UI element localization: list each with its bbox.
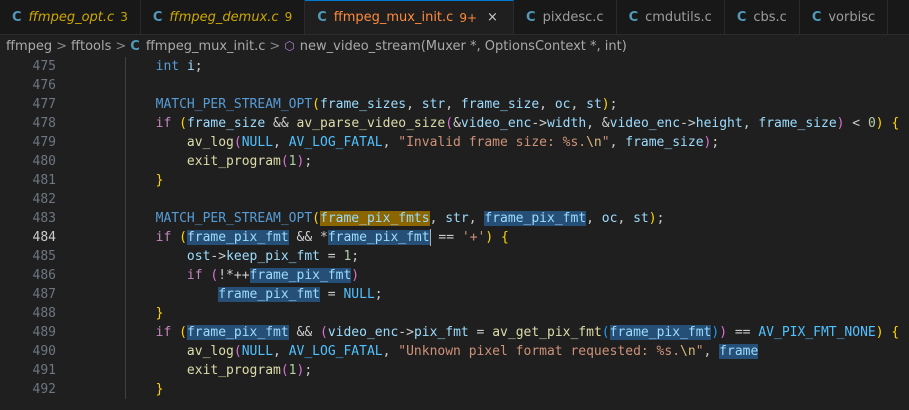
- code-line[interactable]: 485 ost->keep_pix_fmt = 1;: [0, 247, 909, 266]
- code-text[interactable]: [56, 190, 101, 209]
- tab-label: cmdutils.c: [645, 9, 712, 25]
- editor-tab-bar: Cffmpeg_opt.c 3 Cffmpeg_demux.c 9 Cffmpeg_mu…: [0, 0, 909, 35]
- c-file-icon: C: [317, 10, 327, 25]
- code-text[interactable]: int i;: [56, 57, 203, 76]
- code-text[interactable]: av_log(NULL, AV_LOG_FATAL, "Invalid fram…: [56, 133, 719, 152]
- code-text[interactable]: [56, 76, 101, 95]
- code-line[interactable]: 477 MATCH_PER_STREAM_OPT(frame_sizes, st…: [0, 95, 909, 114]
- code-text[interactable]: exit_program(1);: [56, 152, 312, 171]
- c-file-icon: C: [12, 9, 22, 25]
- code-text[interactable]: }: [56, 304, 164, 323]
- line-number: 486: [32, 268, 56, 283]
- line-number: 482: [32, 192, 56, 207]
- code-line-current[interactable]: 484 if (frame_pix_fmt && *frame_pix_fmt …: [0, 228, 909, 247]
- breadcrumb: ffmpeg > fftools > C ffmpeg_mux_init.c >…: [0, 35, 909, 57]
- line-number: 484: [32, 230, 56, 245]
- c-file-icon: C: [130, 38, 140, 54]
- line-number: 489: [32, 325, 56, 340]
- tab-label: ffmpeg_demux.c: [169, 9, 279, 25]
- code-line[interactable]: 488 }: [0, 304, 909, 323]
- tab-label: ffmpeg_mux_init.c: [333, 10, 454, 25]
- chevron-right-icon: >: [56, 38, 68, 54]
- tab-label: pixdesc.c: [542, 9, 604, 25]
- c-file-icon: C: [526, 9, 536, 25]
- breadcrumb-item-function[interactable]: new_video_stream(Muxer *, OptionsContext…: [300, 39, 627, 54]
- line-number: 488: [32, 306, 56, 321]
- code-text[interactable]: }: [56, 171, 164, 190]
- code-line[interactable]: 475 int i;: [0, 57, 909, 76]
- indent-guide: [125, 57, 126, 399]
- code-line[interactable]: 478 if (frame_size && av_parse_video_siz…: [0, 114, 909, 133]
- chevron-right-icon: >: [269, 38, 281, 54]
- tab-label: cbs.c: [753, 9, 787, 25]
- problem-count-badge: 9: [284, 10, 293, 24]
- line-number: 483: [32, 211, 56, 226]
- close-icon[interactable]: ×: [487, 10, 501, 25]
- code-editor[interactable]: 475 int i; 476 477 MATCH_PER_STREAM_OPT(…: [0, 57, 909, 399]
- c-file-icon: C: [811, 9, 822, 25]
- tab-ffmpeg_mux_init-c[interactable]: Cffmpeg_mux_init.c 9+ ×: [305, 0, 515, 34]
- tab-pixdesc-c[interactable]: Cpixdesc.c: [514, 0, 617, 34]
- code-text[interactable]: if (frame_size && av_parse_video_size(&v…: [56, 114, 900, 133]
- line-number: 480: [32, 154, 56, 169]
- code-line[interactable]: 487 frame_pix_fmt = NULL;: [0, 285, 909, 304]
- line-number: 476: [32, 78, 56, 93]
- code-text[interactable]: frame_pix_fmt = NULL;: [56, 285, 383, 304]
- tab-label: ffmpeg_opt.c: [28, 9, 115, 25]
- line-number: 490: [32, 344, 56, 359]
- code-line[interactable]: 476: [0, 76, 909, 95]
- tab-cbs-c[interactable]: Ccbs.c: [725, 0, 800, 34]
- tab-ffmpeg_demux-c[interactable]: Cffmpeg_demux.c 9: [141, 0, 306, 34]
- line-number: 475: [32, 59, 56, 74]
- code-text[interactable]: av_log(NULL, AV_LOG_FATAL, "Unknown pixe…: [56, 342, 759, 361]
- tab-ffmpeg_opt-c[interactable]: Cffmpeg_opt.c 3: [0, 0, 141, 34]
- code-line[interactable]: 482: [0, 190, 909, 209]
- code-line[interactable]: 492 }: [0, 380, 909, 399]
- code-text[interactable]: exit_program(1);: [56, 361, 312, 380]
- code-line[interactable]: 490 av_log(NULL, AV_LOG_FATAL, "Unknown …: [0, 342, 909, 361]
- line-number: 478: [32, 116, 56, 131]
- line-number: 477: [32, 97, 56, 112]
- method-cube-icon: ⬡: [284, 39, 295, 53]
- c-file-icon: C: [628, 9, 639, 25]
- problem-count-badge: 3: [120, 10, 128, 24]
- code-text[interactable]: }: [56, 380, 164, 399]
- code-line[interactable]: 486 if (!*++frame_pix_fmt): [0, 266, 909, 285]
- code-text[interactable]: if (!*++frame_pix_fmt): [56, 266, 359, 285]
- code-text[interactable]: MATCH_PER_STREAM_OPT(frame_pix_fmts, str…: [56, 209, 664, 228]
- line-number: 479: [32, 135, 56, 150]
- breadcrumb-item-file[interactable]: ffmpeg_mux_init.c: [146, 39, 266, 54]
- line-number: 485: [32, 249, 56, 264]
- code-text[interactable]: if (frame_pix_fmt && *frame_pix_fmt == '…: [56, 228, 509, 247]
- tab-label: vorbisc: [828, 9, 876, 25]
- problem-count-badge: 9+: [459, 10, 478, 25]
- line-number: 487: [32, 287, 56, 302]
- chevron-right-icon: >: [115, 38, 127, 54]
- code-line[interactable]: 479 av_log(NULL, AV_LOG_FATAL, "Invalid …: [0, 133, 909, 152]
- text-cursor: [429, 229, 431, 246]
- c-file-icon: C: [736, 9, 747, 25]
- breadcrumb-item-fftools[interactable]: fftools: [71, 39, 111, 54]
- code-text[interactable]: if (frame_pix_fmt && (video_enc->pix_fmt…: [56, 323, 899, 342]
- tab-cmdutils-c[interactable]: Ccmdutils.c: [617, 0, 725, 34]
- line-number: 491: [32, 363, 56, 378]
- line-number: 492: [32, 382, 56, 397]
- code-line[interactable]: 481 }: [0, 171, 909, 190]
- code-text[interactable]: ost->keep_pix_fmt = 1;: [56, 247, 359, 266]
- code-line[interactable]: 480 exit_program(1);: [0, 152, 909, 171]
- code-text[interactable]: MATCH_PER_STREAM_OPT(frame_sizes, str, f…: [56, 95, 618, 114]
- code-line[interactable]: 483 MATCH_PER_STREAM_OPT(frame_pix_fmts,…: [0, 209, 909, 228]
- code-line[interactable]: 491 exit_program(1);: [0, 361, 909, 380]
- tab-vorbisc[interactable]: Cvorbisc: [800, 0, 889, 34]
- line-number: 481: [32, 173, 56, 188]
- breadcrumb-item-ffmpeg[interactable]: ffmpeg: [6, 39, 52, 54]
- c-file-icon: C: [152, 9, 163, 25]
- code-line[interactable]: 489 if (frame_pix_fmt && (video_enc->pix…: [0, 323, 909, 342]
